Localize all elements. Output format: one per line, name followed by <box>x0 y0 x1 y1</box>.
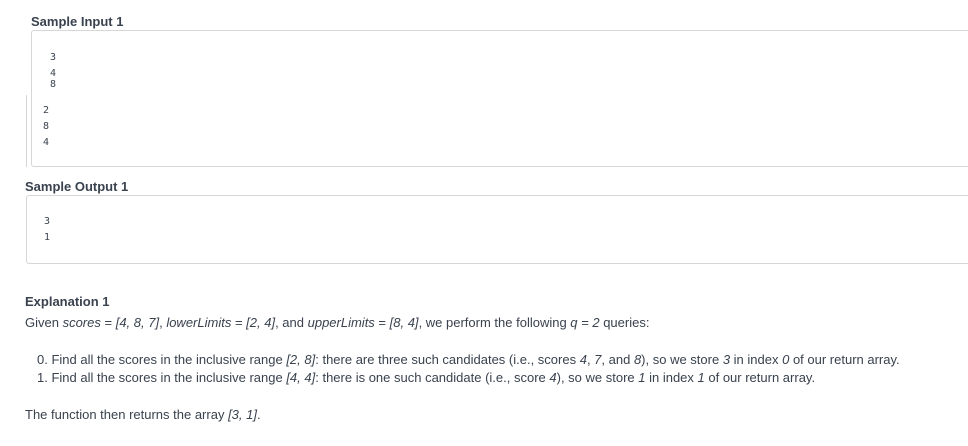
input-line: 3 <box>50 52 57 63</box>
output-line: 1 <box>44 232 51 243</box>
sample-input-box: 3 4 8 <box>31 30 968 167</box>
sample-output-box: 3 1 <box>26 195 968 264</box>
explanation-intro: Given scores = [4, 8, 7], lowerLimits = … <box>25 315 650 330</box>
input-line: 8 <box>43 121 50 132</box>
explanation-list-item: 1. Find all the scores in the inclusive … <box>37 370 816 385</box>
explanation-list-item: 0. Find all the scores in the inclusive … <box>37 352 900 367</box>
input-line: 2 <box>43 105 50 116</box>
input-line: 4 <box>43 137 50 148</box>
sample-input-heading: Sample Input 1 <box>31 14 124 29</box>
explanation-closing: The function then returns the array [3, … <box>25 407 261 422</box>
sample-input-box-edge <box>26 95 31 167</box>
sample-output-heading: Sample Output 1 <box>25 179 129 194</box>
output-line: 3 <box>44 216 51 227</box>
explanation-heading: Explanation 1 <box>25 294 110 309</box>
input-line: 8 <box>50 79 57 87</box>
